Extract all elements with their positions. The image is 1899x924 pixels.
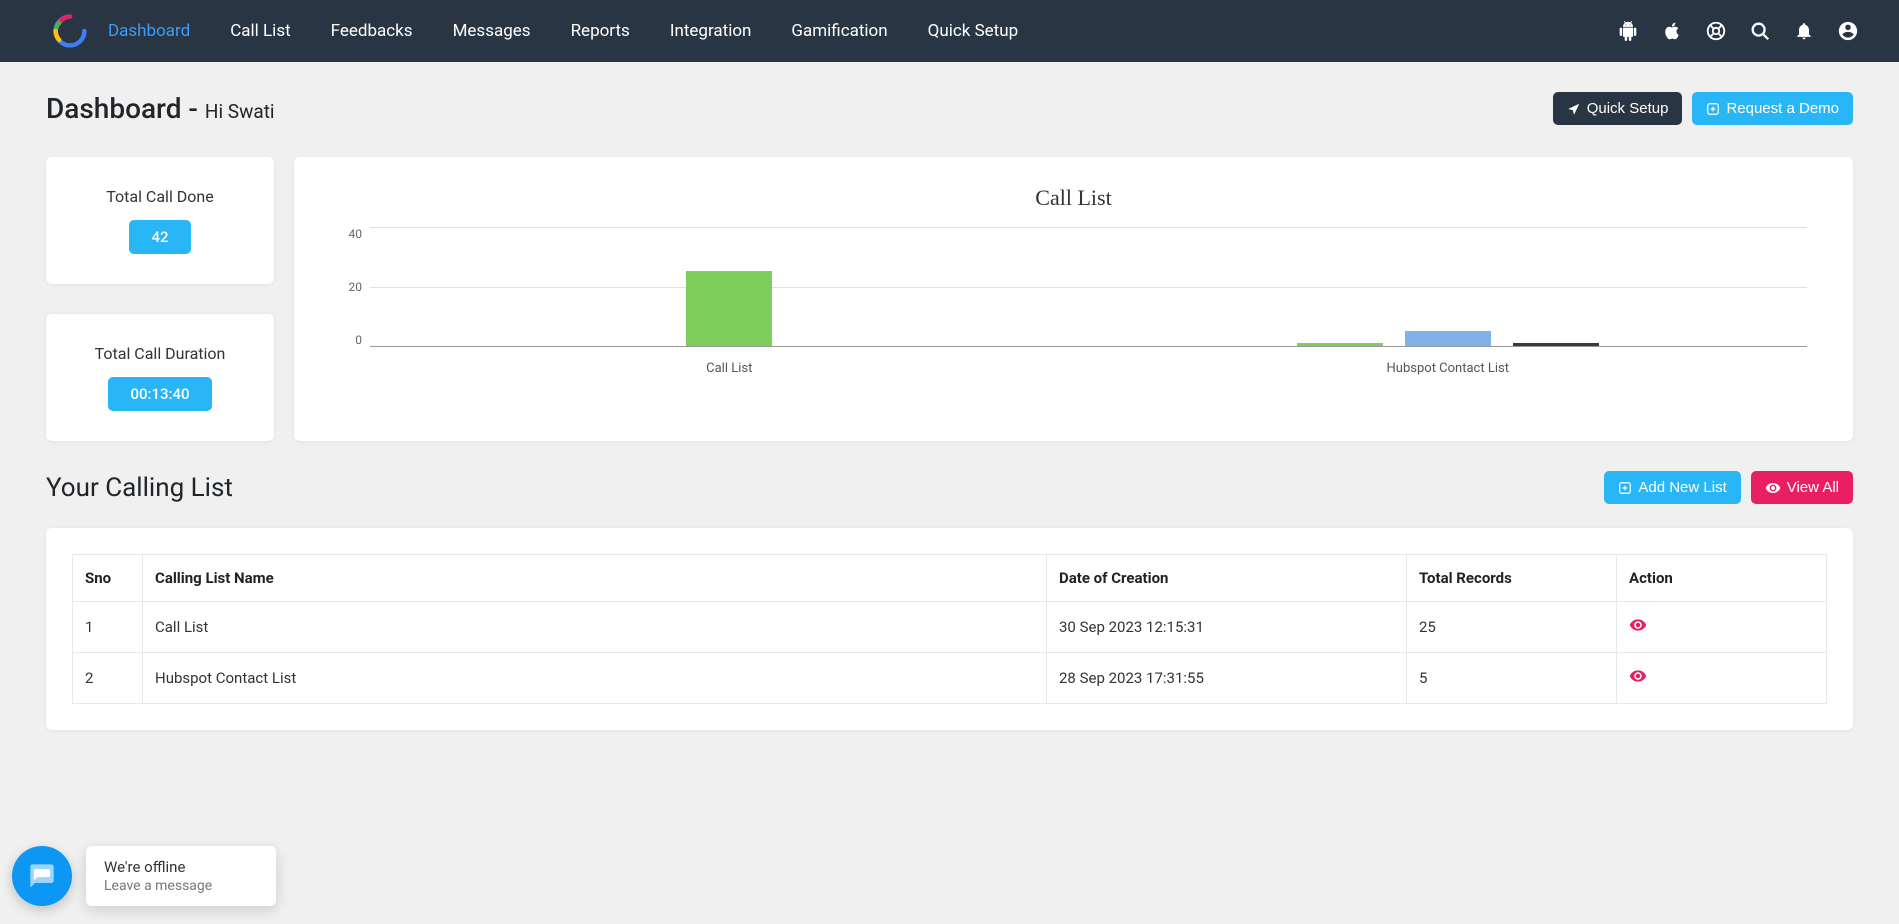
nav-dashboard[interactable]: Dashboard (108, 21, 190, 41)
bell-icon[interactable] (1793, 20, 1815, 42)
chart-bar (1513, 343, 1599, 346)
user-icon[interactable] (1837, 20, 1859, 42)
plot-area (370, 227, 1807, 347)
cell-date: 30 Sep 2023 12:15:31 (1047, 602, 1407, 653)
nav-reports[interactable]: Reports (571, 21, 630, 41)
chat-status-box[interactable]: We're offline Leave a message (86, 846, 276, 906)
view-row-icon[interactable] (1629, 616, 1647, 634)
total-call-done-label: Total Call Done (66, 187, 254, 206)
page-title-text: Dashboard - (46, 92, 205, 125)
y-axis: 40 20 0 (334, 227, 362, 387)
chat-bubble-button[interactable] (12, 846, 72, 906)
bar-group (686, 271, 772, 346)
view-row-icon[interactable] (1629, 667, 1647, 685)
chat-widget: We're offline Leave a message (12, 846, 276, 906)
add-new-list-label: Add New List (1638, 479, 1726, 496)
chart-card: Call List 40 20 0 Call List Hubspot Cont… (294, 157, 1853, 441)
location-arrow-icon (1567, 102, 1581, 116)
cell-action (1617, 653, 1827, 704)
eye-icon (1765, 480, 1781, 496)
nav-gamification[interactable]: Gamification (791, 21, 887, 41)
table-row: 1Call List30 Sep 2023 12:15:3125 (73, 602, 1827, 653)
total-call-duration-card: Total Call Duration 00:13:40 (46, 314, 274, 441)
quick-setup-label: Quick Setup (1587, 100, 1669, 117)
cell-records: 25 (1407, 602, 1617, 653)
search-icon[interactable] (1749, 20, 1771, 42)
cell-records: 5 (1407, 653, 1617, 704)
chat-icon (28, 862, 56, 890)
nav-integration[interactable]: Integration (670, 21, 752, 41)
ytick: 20 (334, 280, 362, 294)
cell-name: Hubspot Contact List (143, 653, 1047, 704)
col-sno: Sno (73, 555, 143, 602)
ytick: 40 (334, 227, 362, 241)
request-demo-label: Request a Demo (1726, 100, 1839, 117)
nav-icons (1617, 20, 1859, 42)
calling-list-table-card: Sno Calling List Name Date of Creation T… (46, 528, 1853, 730)
nav-feedbacks[interactable]: Feedbacks (331, 21, 413, 41)
request-demo-button[interactable]: Request a Demo (1692, 92, 1853, 125)
calling-list-table: Sno Calling List Name Date of Creation T… (72, 554, 1827, 704)
col-records: Total Records (1407, 555, 1617, 602)
quick-setup-button[interactable]: Quick Setup (1553, 92, 1683, 125)
total-call-duration-value: 00:13:40 (108, 377, 211, 411)
chart-title: Call List (334, 185, 1813, 211)
total-call-done-card: Total Call Done 42 (46, 157, 274, 284)
cell-action (1617, 602, 1827, 653)
plus-square-icon (1706, 102, 1720, 116)
chart-bar (1405, 331, 1491, 346)
nav-quick-setup[interactable]: Quick Setup (928, 21, 1019, 41)
col-action: Action (1617, 555, 1827, 602)
nav-call-list[interactable]: Call List (230, 21, 290, 41)
x-label: Hubspot Contact List (1089, 355, 1808, 387)
add-new-list-button[interactable]: Add New List (1604, 471, 1740, 504)
col-date: Date of Creation (1047, 555, 1407, 602)
cell-date: 28 Sep 2023 17:31:55 (1047, 653, 1407, 704)
table-row: 2Hubspot Contact List28 Sep 2023 17:31:5… (73, 653, 1827, 704)
chat-line2: Leave a message (104, 878, 258, 894)
total-call-duration-label: Total Call Duration (66, 344, 254, 363)
nav-links: Dashboard Call List Feedbacks Messages R… (108, 21, 1617, 41)
greeting: Hi Swati (205, 100, 275, 123)
android-icon[interactable] (1617, 20, 1639, 42)
cell-name: Call List (143, 602, 1047, 653)
ytick: 0 (334, 333, 362, 347)
total-call-done-value: 42 (129, 220, 190, 254)
top-navbar: Dashboard Call List Feedbacks Messages R… (0, 0, 1899, 62)
chart-bar (686, 271, 772, 346)
bar-group (1297, 331, 1599, 346)
x-label: Call List (370, 355, 1089, 387)
nav-messages[interactable]: Messages (453, 21, 531, 41)
view-all-label: View All (1787, 479, 1839, 496)
view-all-button[interactable]: View All (1751, 471, 1853, 504)
apple-icon[interactable] (1661, 20, 1683, 42)
cell-sno: 1 (73, 602, 143, 653)
col-name: Calling List Name (143, 555, 1047, 602)
page-title: Dashboard - Hi Swati (46, 92, 275, 125)
help-icon[interactable] (1705, 20, 1727, 42)
calling-list-title: Your Calling List (46, 473, 233, 503)
chat-line1: We're offline (104, 858, 258, 876)
plus-square-icon (1618, 481, 1632, 495)
chart-bar (1297, 343, 1383, 346)
app-logo[interactable] (52, 13, 88, 49)
cell-sno: 2 (73, 653, 143, 704)
